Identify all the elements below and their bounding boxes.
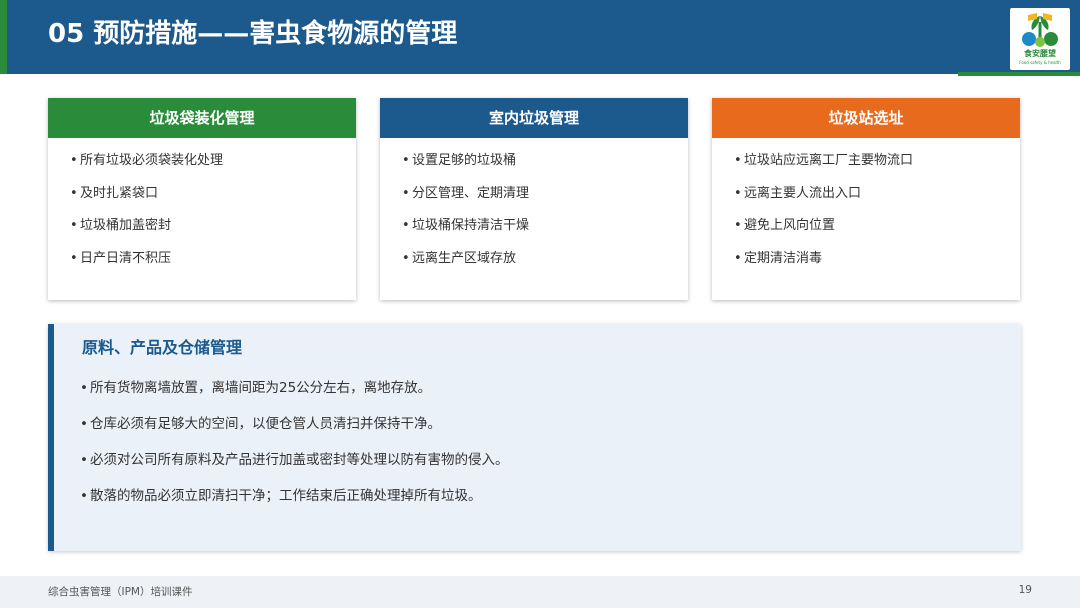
bullet: • xyxy=(80,380,88,396)
card-list: • 设置足够的垃圾桶 • 分区管理、定期清理 • 垃圾桶保持清洁干燥 • 远离生产区域存… xyxy=(380,138,688,283)
list-item: • 定期清洁消毒 xyxy=(734,251,1020,284)
list-item-text: 定期清洁消毒 xyxy=(744,250,823,266)
bullet: • xyxy=(402,250,410,266)
logo: 食安腰望 Food safety & health xyxy=(1010,8,1070,70)
list-item: • 必须对公司所有原料及产品进行加盖或密封等处理以防有害物的侵入。 xyxy=(80,451,509,487)
list-item-text: 散落的物品必须立即清扫干净；工作结束后正确处理掉所有垃圾。 xyxy=(90,488,482,504)
footer-text: 综合虫害管理（IPM）培训课件 xyxy=(48,586,193,598)
list-item: • 避免上风向位置 xyxy=(734,218,1020,251)
card-title: 垃圾袋装化管理 xyxy=(48,98,356,138)
list-item-text: 设置足够的垃圾桶 xyxy=(412,153,517,168)
list-item: • 仓库必须有足够大的空间，以便仓管人员清扫并保持干净。 xyxy=(80,415,509,451)
bullet: • xyxy=(734,218,742,233)
bullet: • xyxy=(734,153,742,168)
storage-management-panel: 原料、产品及仓储管理 • 所有货物离墙放置，离墙间距为25公分左右，离地存放。 •… xyxy=(48,324,1021,551)
list-item: • 垃圾桶加盖密封 xyxy=(70,218,356,251)
header-underline-accent xyxy=(958,72,1080,76)
card-title: 垃圾站选址 xyxy=(712,98,1020,138)
page-number: 19 xyxy=(1018,584,1032,596)
bullet: • xyxy=(70,250,78,266)
list-item: • 日产日清不积压 xyxy=(70,251,356,284)
list-item-text: 垃圾桶加盖密封 xyxy=(80,218,172,233)
list-item-text: 所有垃圾必须袋装化处理 xyxy=(80,153,224,168)
bullet: • xyxy=(80,452,88,468)
list-item: • 分区管理、定期清理 xyxy=(402,186,688,219)
list-item: • 垃圾站应远离工厂主要物流口 xyxy=(734,153,1020,186)
list-item-text: 日产日清不积压 xyxy=(80,250,172,266)
list-item: • 所有垃圾必须袋装化处理 xyxy=(70,153,356,186)
list-item-text: 必须对公司所有原料及产品进行加盖或密封等处理以防有害物的侵入。 xyxy=(90,452,509,468)
plant-logo-icon xyxy=(1022,13,1058,47)
list-item-text: 远离主要人流出入口 xyxy=(744,185,862,201)
card-list: • 垃圾站应远离工厂主要物流口 • 远离主要人流出入口 • 避免上风向位置 • 定期清洁… xyxy=(712,138,1020,283)
card-bag-management: 垃圾袋装化管理 • 所有垃圾必须袋装化处理 • 及时扎紧袋口 • 垃圾桶加盖密封 • 日… xyxy=(48,98,356,300)
bullet: • xyxy=(402,185,410,201)
panel-list: • 所有货物离墙放置，离墙间距为25公分左右，离地存放。 • 仓库必须有足够大的空间… xyxy=(80,379,509,523)
panel-title: 原料、产品及仓储管理 xyxy=(82,338,243,357)
bullet: • xyxy=(402,218,410,233)
list-item-text: 所有货物离墙放置，离墙间距为25公分左右，离地存放。 xyxy=(90,380,432,396)
logo-subtext: Food safety & health xyxy=(1019,60,1061,65)
card-list: • 所有垃圾必须袋装化处理 • 及时扎紧袋口 • 垃圾桶加盖密封 • 日产日清不积压 xyxy=(48,138,356,283)
list-item: • 远离主要人流出入口 xyxy=(734,186,1020,219)
list-item-text: 分区管理、定期清理 xyxy=(412,185,530,201)
bullet: • xyxy=(80,488,88,504)
list-item-text: 避免上风向位置 xyxy=(744,218,836,233)
bullet: • xyxy=(80,416,88,432)
bullet: • xyxy=(402,153,410,168)
list-item: • 及时扎紧袋口 xyxy=(70,186,356,219)
footer-bar: 综合虫害管理（IPM）培训课件 19 xyxy=(0,576,1080,608)
list-item: • 设置足够的垃圾桶 xyxy=(402,153,688,186)
panel-accent-bar xyxy=(48,324,54,551)
card-garbage-station-site: 垃圾站选址 • 垃圾站应远离工厂主要物流口 • 远离主要人流出入口 • 避免上风向位置… xyxy=(712,98,1020,300)
bullet: • xyxy=(734,185,742,201)
bullet: • xyxy=(70,185,78,201)
list-item: • 散落的物品必须立即清扫干净；工作结束后正确处理掉所有垃圾。 xyxy=(80,487,509,523)
bullet: • xyxy=(734,250,742,266)
list-item: • 垃圾桶保持清洁干燥 xyxy=(402,218,688,251)
page-title: 05 预防措施——害虫食物源的管理 xyxy=(48,19,458,49)
header-accent-bar xyxy=(0,0,7,74)
list-item-text: 垃圾桶保持清洁干燥 xyxy=(412,218,530,233)
bullet: • xyxy=(70,218,78,233)
list-item-text: 垃圾站应远离工厂主要物流口 xyxy=(744,153,914,168)
card-indoor-garbage: 室内垃圾管理 • 设置足够的垃圾桶 • 分区管理、定期清理 • 垃圾桶保持清洁干燥 •… xyxy=(380,98,688,300)
list-item-text: 远离生产区域存放 xyxy=(412,250,517,266)
list-item: • 所有货物离墙放置，离墙间距为25公分左右，离地存放。 xyxy=(80,379,509,415)
list-item: • 远离生产区域存放 xyxy=(402,251,688,284)
card-title: 室内垃圾管理 xyxy=(380,98,688,138)
list-item-text: 仓库必须有足够大的空间，以便仓管人员清扫并保持干净。 xyxy=(90,416,441,432)
logo-text: 食安腰望 xyxy=(1024,49,1056,58)
bullet: • xyxy=(70,153,78,168)
list-item-text: 及时扎紧袋口 xyxy=(80,185,159,201)
